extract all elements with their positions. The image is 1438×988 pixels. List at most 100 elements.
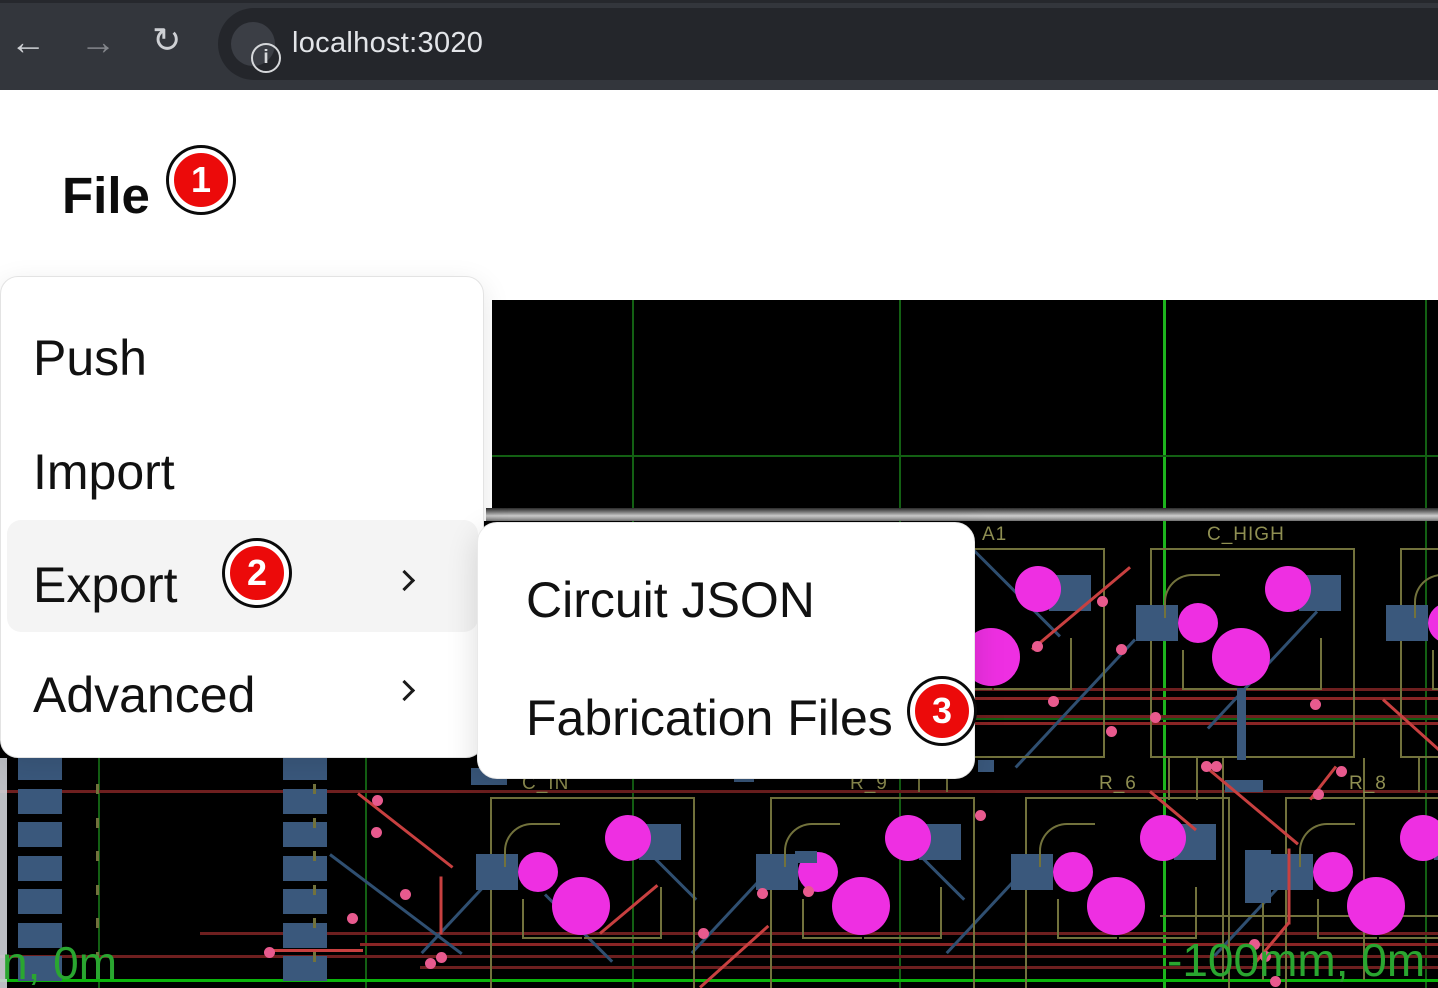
pcb-component: C_IN (490, 797, 695, 988)
pcb-via (605, 815, 651, 861)
via-dot (757, 888, 768, 899)
via-dot (1211, 761, 1222, 772)
pcb-via (885, 815, 931, 861)
pcb-via (518, 852, 558, 892)
silk-tick (313, 851, 316, 861)
menu-item-export[interactable]: Export (33, 556, 178, 614)
site-info-button[interactable]: i (231, 22, 275, 66)
pcb-via (1087, 877, 1145, 935)
submenu-item-fabrication-files[interactable]: Fabrication Files (526, 689, 893, 747)
annotation-badge-1: 1 (169, 148, 233, 212)
via-dot (372, 795, 383, 806)
export-submenu: Circuit JSON Fabrication Files (477, 522, 975, 779)
via-dot (1106, 726, 1117, 737)
pcb-pad (18, 856, 62, 881)
silk-line (1168, 758, 1170, 792)
menu-item-push[interactable]: Push (33, 329, 147, 387)
grid-line-v (632, 300, 634, 508)
reload-button[interactable]: ↻ (152, 23, 181, 59)
pcb-pad (978, 760, 994, 772)
grid-line-v (1425, 300, 1427, 508)
pcb-pad (18, 889, 62, 914)
pcb-pad (283, 822, 327, 847)
via-dot (436, 952, 447, 963)
pcb-via (1400, 815, 1438, 861)
via-dot (1313, 789, 1324, 800)
via-dot (264, 947, 275, 958)
forward-button[interactable]: → (80, 24, 116, 60)
submenu-item-circuit-json[interactable]: Circuit JSON (526, 571, 815, 629)
trace-red (440, 877, 443, 935)
pcb-via (1347, 877, 1405, 935)
pcb-via (832, 877, 890, 935)
trace-blue (329, 853, 463, 955)
annotation-badge-2: 2 (225, 541, 289, 605)
chevron-right-icon (394, 680, 415, 701)
via-dot (371, 827, 382, 838)
url-text[interactable]: localhost:3020 (292, 27, 483, 60)
via-dot (347, 913, 358, 924)
pcb-component: R_9 (770, 797, 975, 988)
address-bar[interactable]: i localhost:3020 (218, 8, 1438, 80)
pcb-pad (18, 755, 62, 780)
pcb-component: C_HIGH (1150, 548, 1355, 758)
via-dot (1336, 766, 1347, 777)
via-dot (1032, 641, 1043, 652)
pcb-pad (283, 755, 327, 780)
silk-tick (96, 851, 99, 861)
pcb-component-label: A1 (982, 524, 1007, 546)
pcb-canvas-top[interactable] (492, 300, 1438, 508)
silk-tick (313, 784, 316, 794)
silk-tick (96, 784, 99, 794)
grid-line-h (492, 455, 1438, 457)
pcb-pad (795, 851, 817, 863)
pcb-via (1212, 628, 1270, 686)
menu-item-import[interactable]: Import (33, 443, 175, 501)
via-dot (400, 889, 411, 900)
silk-tick (96, 818, 99, 828)
pcb-pad (1237, 688, 1246, 760)
browser-toolbar: ← → ↻ i localhost:3020 (0, 0, 1438, 90)
via-dot (698, 928, 709, 939)
silk-tick (313, 918, 316, 928)
pcb-component-label: R_8 (1349, 773, 1387, 795)
file-dropdown-menu: Push Import Export Advanced (0, 276, 484, 758)
grid-line-v (1163, 300, 1166, 508)
pcb-pad (283, 956, 327, 981)
silk-tick (96, 918, 99, 928)
pcb-pad (283, 856, 327, 881)
trace-red (268, 949, 363, 952)
canvas-divider (486, 508, 1438, 521)
menu-item-advanced[interactable]: Advanced (33, 666, 255, 724)
info-icon: i (251, 43, 281, 73)
via-dot (1116, 644, 1127, 655)
pcb-via (1053, 852, 1093, 892)
pcb-pad (18, 822, 62, 847)
pcb-via (552, 877, 610, 935)
pcb-pad (283, 889, 327, 914)
via-dot (1310, 699, 1321, 710)
silk-tick (313, 885, 316, 895)
via-dot (1048, 696, 1059, 707)
pcb-coordinate-left: n, 0m (2, 936, 117, 988)
via-dot (425, 958, 436, 969)
silk-line (1418, 758, 1420, 792)
silk-line (1196, 758, 1198, 792)
trace-red (1288, 849, 1291, 925)
pcb-pad (283, 789, 327, 814)
silk-tick (96, 885, 99, 895)
silk-line (1432, 650, 1438, 690)
pcb-pad (283, 923, 327, 948)
pcb-via (1178, 603, 1218, 643)
annotation-badge-3: 3 (910, 679, 974, 743)
silk-tick (313, 818, 316, 828)
pcb-component-label: C_HIGH (1207, 524, 1285, 546)
file-menu-button[interactable]: File (62, 166, 150, 225)
via-dot (1150, 712, 1161, 723)
back-button[interactable]: ← (10, 24, 46, 60)
via-dot (975, 810, 986, 821)
pcb-coordinate-right: -100mm, 0m (1167, 933, 1425, 987)
silk-tick (313, 952, 316, 962)
pcb-pad (18, 789, 62, 814)
window-top-edge (0, 0, 1438, 3)
